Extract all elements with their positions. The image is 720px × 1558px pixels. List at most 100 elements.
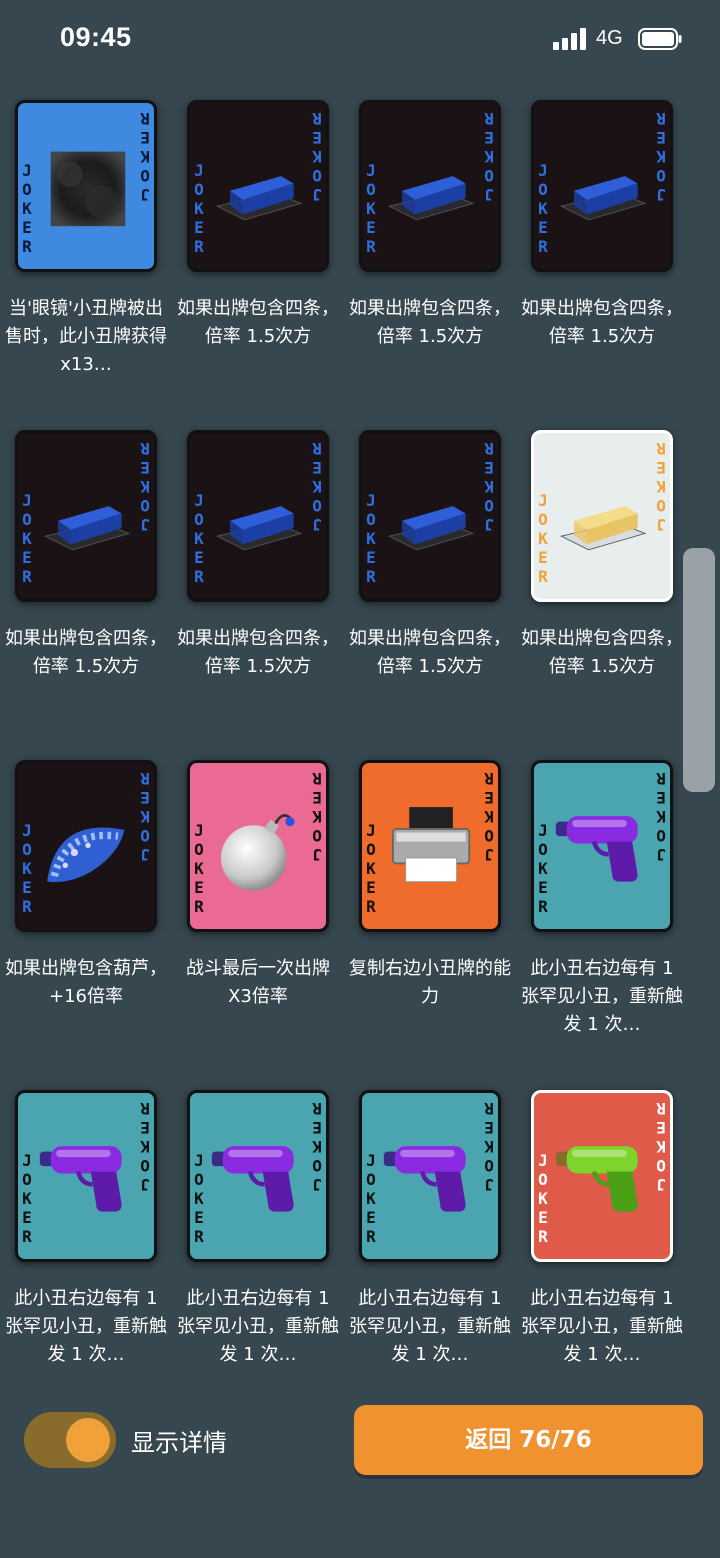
joker-description: 如果出牌包含葫芦，+16倍率: [5, 958, 167, 1007]
joker-description: 此小丑右边每有 1 张罕见小丑，重新触发 1 次…: [521, 1288, 683, 1365]
joker-card-item[interactable]: JOKER JOKER 如果出牌包含四条，倍率 1.5次方: [172, 95, 344, 395]
joker-card-item[interactable]: JOKER JOKER 如果出牌包含葫芦，+16倍率: [0, 755, 172, 1055]
joker-label-left: JOKER: [538, 161, 548, 256]
joker-card[interactable]: JOKER JOKER: [359, 760, 501, 932]
bottom-bar: 显示详情 返回 76/76: [0, 1395, 720, 1495]
joker-label-left: JOKER: [194, 491, 204, 586]
joker-card-item[interactable]: JOKER JOKER 此小丑右边每有 1 张罕见小丑，重新触发 1 次…: [516, 755, 688, 1055]
butter-icon: [215, 176, 303, 221]
joker-card-item[interactable]: JOKER JOKER 此小丑右边每有 1 张罕见小丑，重新触发 1 次…: [516, 1085, 688, 1385]
joker-label-right: JOKER: [484, 109, 494, 204]
joker-description: 此小丑右边每有 1 张罕见小丑，重新触发 1 次…: [521, 958, 683, 1035]
butter-icon: [559, 506, 647, 551]
joker-card-item[interactable]: JOKER JOKER 复制右边小丑牌的能力: [344, 755, 516, 1055]
joker-card[interactable]: JOKER JOKER: [187, 1090, 329, 1262]
joker-card[interactable]: JOKER JOKER: [15, 1090, 157, 1262]
scrollbar[interactable]: [683, 548, 715, 792]
joker-card-item[interactable]: JOKER JOKER 当'眼镜'小丑牌被出售时，此小丑牌获得 x13…: [0, 95, 172, 395]
joker-card[interactable]: JOKER JOKER: [187, 430, 329, 602]
joker-label-left: JOKER: [366, 491, 376, 586]
joker-label-left: JOKER: [366, 161, 376, 256]
butter-icon: [559, 176, 647, 221]
joker-label-right: JOKER: [656, 769, 666, 864]
joker-label-left: JOKER: [194, 821, 204, 916]
joker-description: 当'眼镜'小丑牌被出售时，此小丑牌获得 x13…: [5, 298, 167, 375]
joker-label-left: JOKER: [538, 821, 548, 916]
joker-label-right: JOKER: [484, 769, 494, 864]
printer-icon: [392, 807, 471, 883]
joker-card-item[interactable]: JOKER JOKER 此小丑右边每有 1 张罕见小丑，重新触发 1 次…: [172, 1085, 344, 1385]
joker-description: 此小丑右边每有 1 张罕见小丑，重新触发 1 次…: [5, 1288, 167, 1365]
joker-card-item[interactable]: JOKER JOKER 此小丑右边每有 1 张罕见小丑，重新触发 1 次…: [344, 1085, 516, 1385]
battery-icon: [638, 28, 682, 50]
joker-card[interactable]: JOKER JOKER: [359, 430, 501, 602]
joker-label-left: JOKER: [22, 821, 32, 916]
joker-label-right: JOKER: [140, 109, 150, 204]
taco-icon: [47, 827, 125, 883]
joker-description: 此小丑右边每有 1 张罕见小丑，重新触发 1 次…: [349, 1288, 511, 1365]
joker-description: 此小丑右边每有 1 张罕见小丑，重新触发 1 次…: [177, 1288, 339, 1365]
joker-label-right: JOKER: [656, 439, 666, 534]
joker-label-left: JOKER: [538, 491, 548, 586]
joker-label-left: JOKER: [22, 491, 32, 586]
joker-description: 如果出牌包含四条，倍率 1.5次方: [177, 628, 339, 677]
glasses-icon: [50, 151, 126, 227]
joker-card[interactable]: JOKER JOKER: [15, 100, 157, 272]
joker-card[interactable]: JOKER JOKER: [187, 100, 329, 272]
joker-card[interactable]: JOKER JOKER: [531, 430, 673, 602]
joker-label-right: JOKER: [656, 109, 666, 204]
status-bar: 09:45 4G: [0, 0, 720, 80]
joker-label-right: JOKER: [484, 1099, 494, 1194]
joker-description: 如果出牌包含四条，倍率 1.5次方: [349, 298, 511, 347]
water-gun-icon: [555, 816, 638, 882]
joker-label-right: JOKER: [484, 439, 494, 534]
joker-label-right: JOKER: [140, 439, 150, 534]
joker-description: 如果出牌包含四条，倍率 1.5次方: [521, 298, 683, 347]
joker-card-item[interactable]: JOKER JOKER 此小丑右边每有 1 张罕见小丑，重新触发 1 次…: [0, 1085, 172, 1385]
water-gun-icon: [39, 1146, 122, 1212]
joker-label-right: JOKER: [312, 109, 322, 204]
joker-label-right: JOKER: [140, 1099, 150, 1194]
joker-label-right: JOKER: [140, 769, 150, 864]
water-gun-icon: [383, 1146, 466, 1212]
joker-label-right: JOKER: [312, 439, 322, 534]
joker-label-right: JOKER: [312, 769, 322, 864]
joker-card[interactable]: JOKER JOKER: [15, 760, 157, 932]
joker-card-item[interactable]: JOKER JOKER 如果出牌包含四条，倍率 1.5次方: [344, 425, 516, 725]
joker-label-right: JOKER: [656, 1099, 666, 1194]
joker-card-item[interactable]: JOKER JOKER 如果出牌包含四条，倍率 1.5次方: [516, 95, 688, 395]
joker-card[interactable]: JOKER JOKER: [15, 430, 157, 602]
joker-label-left: JOKER: [22, 161, 32, 256]
joker-card-item[interactable]: JOKER JOKER 如果出牌包含四条，倍率 1.5次方: [344, 95, 516, 395]
joker-card[interactable]: JOKER JOKER: [359, 1090, 501, 1262]
bomb-icon: [220, 814, 295, 891]
signal-icon: [553, 28, 586, 50]
joker-card-item[interactable]: JOKER JOKER 如果出牌包含四条，倍率 1.5次方: [0, 425, 172, 725]
joker-label-left: JOKER: [194, 161, 204, 256]
joker-card[interactable]: JOKER JOKER: [187, 760, 329, 932]
joker-card-item[interactable]: JOKER JOKER 战斗最后一次出牌 X3倍率: [172, 755, 344, 1055]
water-gun-icon: [555, 1146, 638, 1212]
back-button[interactable]: 返回 76/76: [354, 1405, 703, 1475]
joker-description: 如果出牌包含四条，倍率 1.5次方: [5, 628, 167, 677]
joker-card-item[interactable]: JOKER JOKER 如果出牌包含四条，倍率 1.5次方: [516, 425, 688, 725]
joker-card-item[interactable]: JOKER JOKER 如果出牌包含四条，倍率 1.5次方: [172, 425, 344, 725]
butter-icon: [43, 506, 131, 551]
joker-label-left: JOKER: [22, 1151, 32, 1246]
joker-description: 如果出牌包含四条，倍率 1.5次方: [349, 628, 511, 677]
joker-label-left: JOKER: [366, 1151, 376, 1246]
toggle-knob[interactable]: [66, 1418, 110, 1462]
joker-card[interactable]: JOKER JOKER: [531, 1090, 673, 1262]
joker-card[interactable]: JOKER JOKER: [531, 760, 673, 932]
joker-description: 战斗最后一次出牌 X3倍率: [186, 958, 330, 1007]
joker-card[interactable]: JOKER JOKER: [359, 100, 501, 272]
butter-icon: [387, 176, 475, 221]
water-gun-icon: [211, 1146, 294, 1212]
show-details-label: 显示详情: [131, 1429, 227, 1457]
show-details-toggle[interactable]: [24, 1412, 116, 1468]
butter-icon: [215, 506, 303, 551]
joker-label-left: JOKER: [366, 821, 376, 916]
joker-card[interactable]: JOKER JOKER: [531, 100, 673, 272]
status-time: 09:45: [60, 22, 132, 52]
joker-description: 如果出牌包含四条，倍率 1.5次方: [177, 298, 339, 347]
